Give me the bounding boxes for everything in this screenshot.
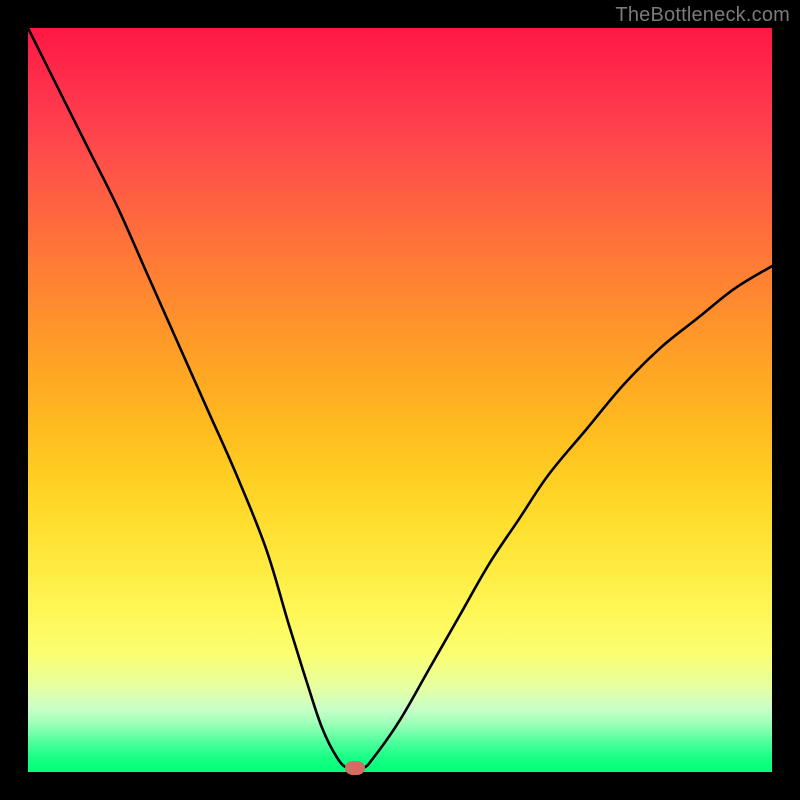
- watermark-text: TheBottleneck.com: [615, 4, 790, 27]
- plot-area: [28, 28, 772, 772]
- bottleneck-curve: [28, 28, 772, 772]
- chart-frame: TheBottleneck.com: [0, 0, 800, 800]
- optimal-marker: [345, 761, 365, 775]
